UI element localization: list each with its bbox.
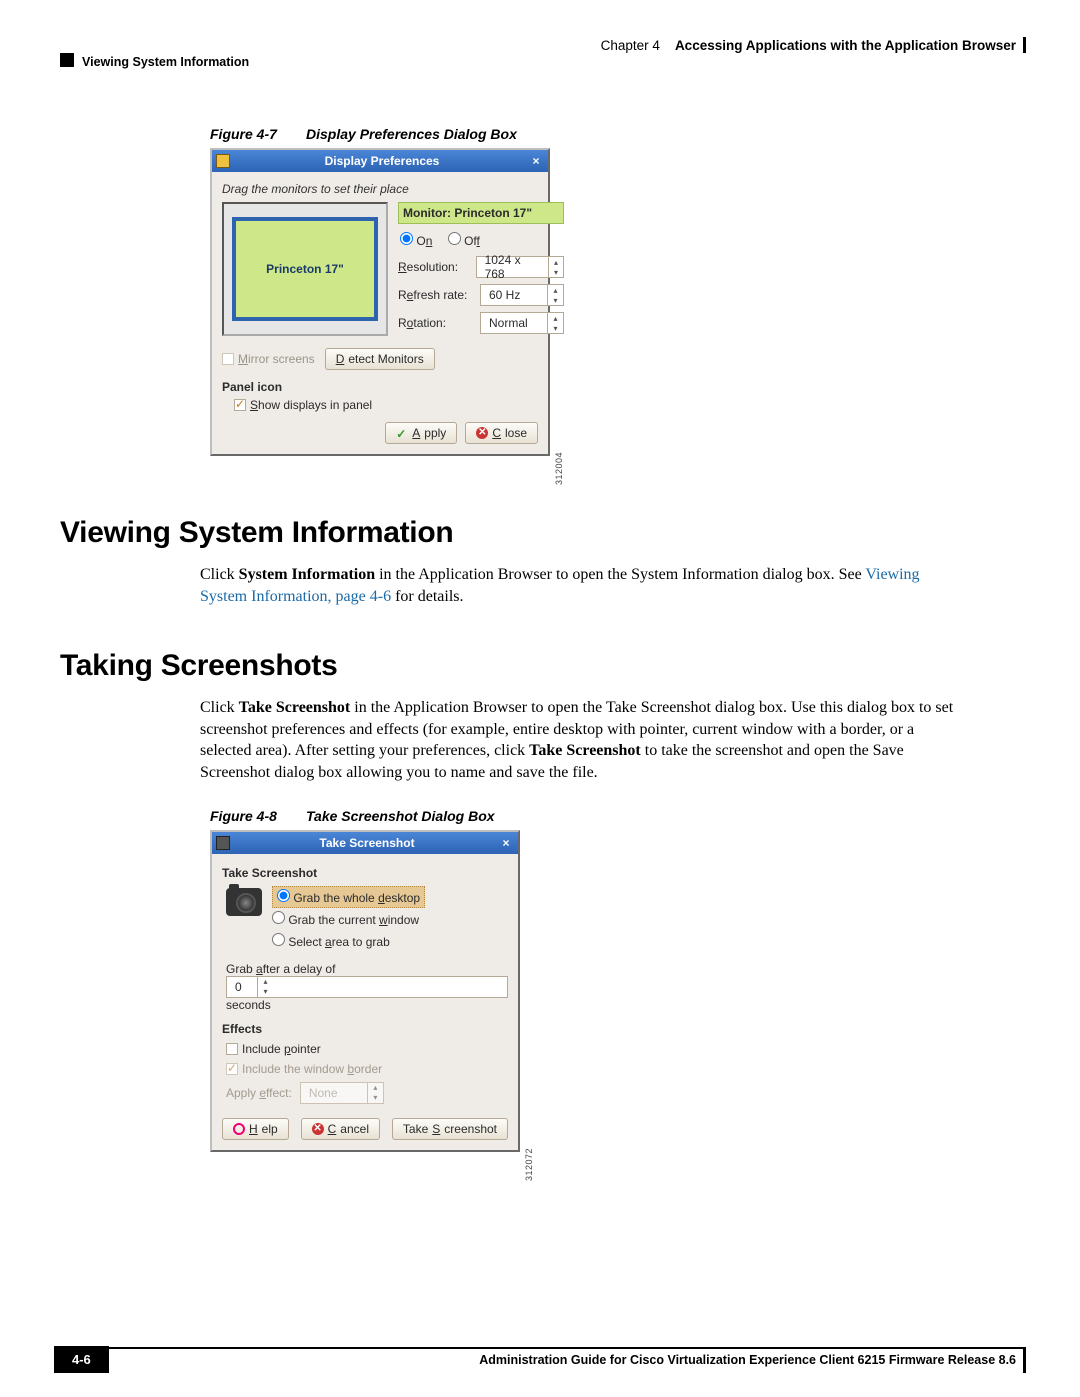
take-screenshot-button[interactable]: Take Screenshot: [392, 1118, 508, 1140]
include-pointer-checkbox[interactable]: Include pointer: [226, 1042, 508, 1056]
close-button[interactable]: ✕Close: [465, 422, 538, 444]
help-button[interactable]: Help: [222, 1118, 289, 1140]
apply-effect-label: Apply effect:: [226, 1086, 292, 1100]
page-number: 4-6: [54, 1346, 109, 1373]
monitor-box[interactable]: Princeton 17": [232, 217, 378, 321]
monitor-header: Monitor: Princeton 17": [398, 202, 564, 224]
figure-7-image-id: 312004: [554, 452, 564, 485]
display-preferences-dialog: Display Preferences × Drag the monitors …: [210, 148, 550, 456]
opt-select-area[interactable]: Select area to grab: [272, 930, 425, 952]
dialog-titlebar[interactable]: Display Preferences ×: [212, 150, 548, 172]
running-header: Chapter 4 Accessing Applications with th…: [60, 38, 1026, 68]
panel-icon-label: Panel icon: [222, 380, 538, 394]
dialog-titlebar-2[interactable]: Take Screenshot ×: [212, 832, 518, 854]
cancel-button[interactable]: ✕Cancel: [301, 1118, 380, 1140]
chapter-title: Accessing Applications with the Applicat…: [675, 38, 1016, 53]
camera-icon: [226, 888, 262, 916]
dialog-title-2: Take Screenshot: [236, 836, 498, 850]
running-section: Viewing System Information: [82, 55, 249, 69]
figure-7-caption: Figure 4-7Display Preferences Dialog Box: [210, 126, 966, 142]
apply-button[interactable]: ✓Apply: [385, 422, 457, 444]
radio-on[interactable]: On: [400, 234, 432, 248]
rotation-spin[interactable]: Normal▴▾: [480, 312, 564, 334]
show-displays-checkbox[interactable]: Show displays in panel: [234, 398, 538, 412]
chapter-number: Chapter 4: [601, 38, 660, 53]
figure-8-image-id: 312072: [524, 1148, 534, 1181]
monitor-canvas[interactable]: Princeton 17": [222, 202, 388, 336]
page-footer: Administration Guide for Cisco Virtualiz…: [60, 1347, 1026, 1367]
take-screenshot-dialog: Take Screenshot × Take Screenshot Grab t…: [210, 830, 520, 1152]
drag-hint: Drag the monitors to set their place: [222, 180, 538, 202]
header-rule-right: [1023, 37, 1026, 53]
detect-monitors-button[interactable]: Detect Monitors: [325, 348, 435, 370]
close-icon[interactable]: ×: [498, 836, 514, 850]
apply-effect-spin: None▴▾: [300, 1082, 384, 1104]
close-icon[interactable]: ×: [528, 154, 544, 168]
opt-current-window[interactable]: Grab the current window: [272, 908, 425, 930]
heading-viewing-system-info: Viewing System Information: [60, 516, 1026, 550]
resolution-label: Resolution:: [398, 260, 476, 274]
resolution-spin[interactable]: 1024 x 768▴▾: [476, 256, 564, 278]
dialog-title: Display Preferences: [236, 154, 528, 168]
delay-spin[interactable]: 0▴▾: [226, 976, 508, 998]
ts-section-label: Take Screenshot: [222, 866, 508, 880]
refresh-label: Refresh rate:: [398, 288, 480, 302]
para-ts: Click Take Screenshot in the Application…: [200, 697, 966, 783]
rotation-label: Rotation:: [398, 316, 480, 330]
footer-rule-right: [1023, 1347, 1026, 1373]
window-icon: [216, 154, 230, 168]
footer-title: Administration Guide for Cisco Virtualiz…: [60, 1353, 1026, 1367]
window-icon: [216, 836, 230, 850]
opt-whole-desktop[interactable]: Grab the whole desktop: [272, 886, 425, 908]
radio-off[interactable]: Off: [448, 234, 480, 248]
include-border-checkbox: Include the window border: [226, 1062, 508, 1076]
mirror-checkbox[interactable]: Mirror screens: [222, 352, 315, 366]
figure-8-caption: Figure 4-8Take Screenshot Dialog Box: [210, 808, 966, 824]
effects-label: Effects: [222, 1022, 508, 1036]
heading-taking-screenshots: Taking Screenshots: [60, 649, 1026, 683]
delay-row: Grab after a delay of 0▴▾ seconds: [226, 962, 508, 1012]
refresh-spin[interactable]: 60 Hz▴▾: [480, 284, 564, 306]
para-vsi: Click System Information in the Applicat…: [200, 564, 966, 607]
header-square-icon: [60, 53, 74, 67]
